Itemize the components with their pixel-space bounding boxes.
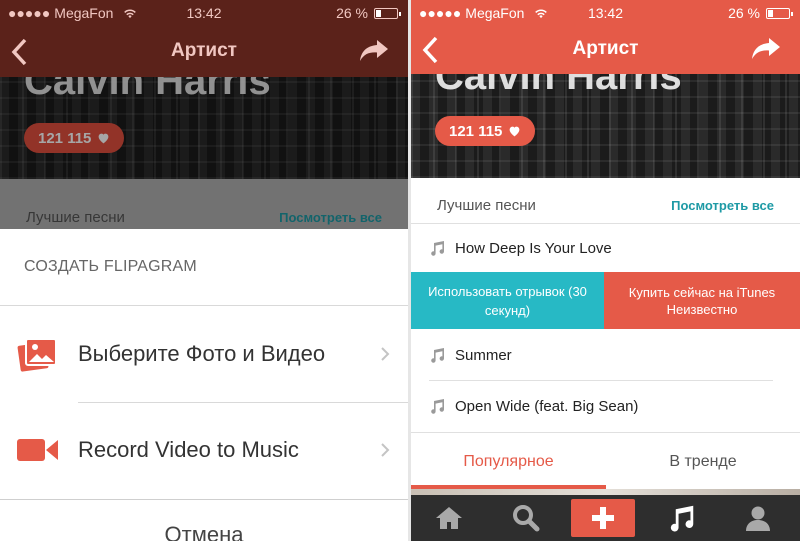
share-arrow-icon[interactable] <box>358 38 390 64</box>
plus-icon <box>592 507 614 529</box>
music-note-icon <box>431 399 445 414</box>
record-video-option[interactable]: Record Video to Music <box>0 402 408 498</box>
music-note-icon <box>670 505 694 532</box>
status-bar: ●●●●● MegaFon 13:42 26 % <box>0 0 408 26</box>
battery-icon <box>766 7 793 19</box>
song-divider <box>429 380 773 381</box>
swipe-actions: Использовать отрывок (30 секунд) Купить … <box>411 272 800 329</box>
record-video-label: Record Video to Music <box>78 437 299 462</box>
create-button[interactable] <box>571 499 635 537</box>
battery-percent: 26 % <box>336 5 368 21</box>
artist-name: Calvin Harris <box>435 74 682 98</box>
search-tab[interactable] <box>506 502 546 534</box>
tab-trending[interactable]: В тренде <box>606 433 800 491</box>
choose-photos-option[interactable]: Выберите Фото и Видео <box>0 306 408 402</box>
likes-badge[interactable]: 121 115 <box>435 116 536 146</box>
battery-icon <box>374 7 401 19</box>
use-preview-button[interactable]: Использовать отрывок (30 секунд) <box>411 272 604 329</box>
see-all-link[interactable]: Посмотреть все <box>671 198 774 213</box>
song-row[interactable]: Open Wide (feat. Big Sean) <box>411 382 800 430</box>
heart-icon <box>510 126 520 137</box>
left-screen: Calvin Harris 121 115 Лучшие песни Посмо… <box>0 0 408 541</box>
music-note-icon <box>431 348 445 363</box>
photo-stack-icon <box>17 338 57 372</box>
top-songs-label: Лучшие песни <box>437 196 536 214</box>
content-tabs: Популярное В тренде <box>411 432 800 492</box>
home-icon <box>436 507 462 529</box>
bottom-tab-bar <box>411 495 800 541</box>
right-screen: ●●●●● MegaFon 13:42 26 % Артист Calvin Ha… <box>411 0 800 541</box>
battery-percent: 26 % <box>728 5 760 21</box>
chevron-right-icon <box>381 347 390 361</box>
page-title: Артист <box>171 40 237 61</box>
song-row[interactable]: How Deep Is Your Love <box>411 224 800 272</box>
song-title: How Deep Is Your Love <box>455 239 612 257</box>
cancel-button[interactable]: Отмена <box>0 522 408 541</box>
nav-bar: Артист <box>411 26 800 74</box>
buy-itunes-price: Неизвестно <box>666 301 738 317</box>
music-tab[interactable] <box>661 502 701 534</box>
nav-bar: Артист <box>0 26 408 77</box>
buy-itunes-button[interactable]: Купить сейчас на iTunes Неизвестно <box>604 272 800 329</box>
tab-popular[interactable]: Популярное <box>411 433 606 491</box>
profile-icon <box>746 506 770 531</box>
action-sheet-title: СОЗДАТЬ FLIPAGRAM <box>0 229 408 306</box>
buy-itunes-label: Купить сейчас на iTunes <box>628 284 776 300</box>
action-sheet: СОЗДАТЬ FLIPAGRAM Выберите Фото и Видео … <box>0 229 408 541</box>
share-arrow-icon[interactable] <box>750 36 782 62</box>
song-title: Summer <box>455 346 512 364</box>
search-icon <box>513 505 540 532</box>
status-bar: ●●●●● MegaFon 13:42 26 % <box>411 0 800 26</box>
page-title: Артист <box>572 38 639 59</box>
home-tab[interactable] <box>429 502 469 534</box>
song-row[interactable]: Summer <box>411 331 800 379</box>
top-songs-header: Лучшие песни Посмотреть все <box>411 185 800 225</box>
artist-hero: Calvin Harris 121 115 <box>411 74 800 178</box>
profile-tab[interactable] <box>738 502 778 534</box>
music-note-icon <box>431 241 445 256</box>
likes-count: 121 115 <box>449 122 503 140</box>
video-camera-icon <box>17 439 58 461</box>
chevron-right-icon <box>381 443 390 457</box>
choose-photos-label: Выберите Фото и Видео <box>78 341 326 366</box>
song-title: Open Wide (feat. Big Sean) <box>455 397 639 415</box>
